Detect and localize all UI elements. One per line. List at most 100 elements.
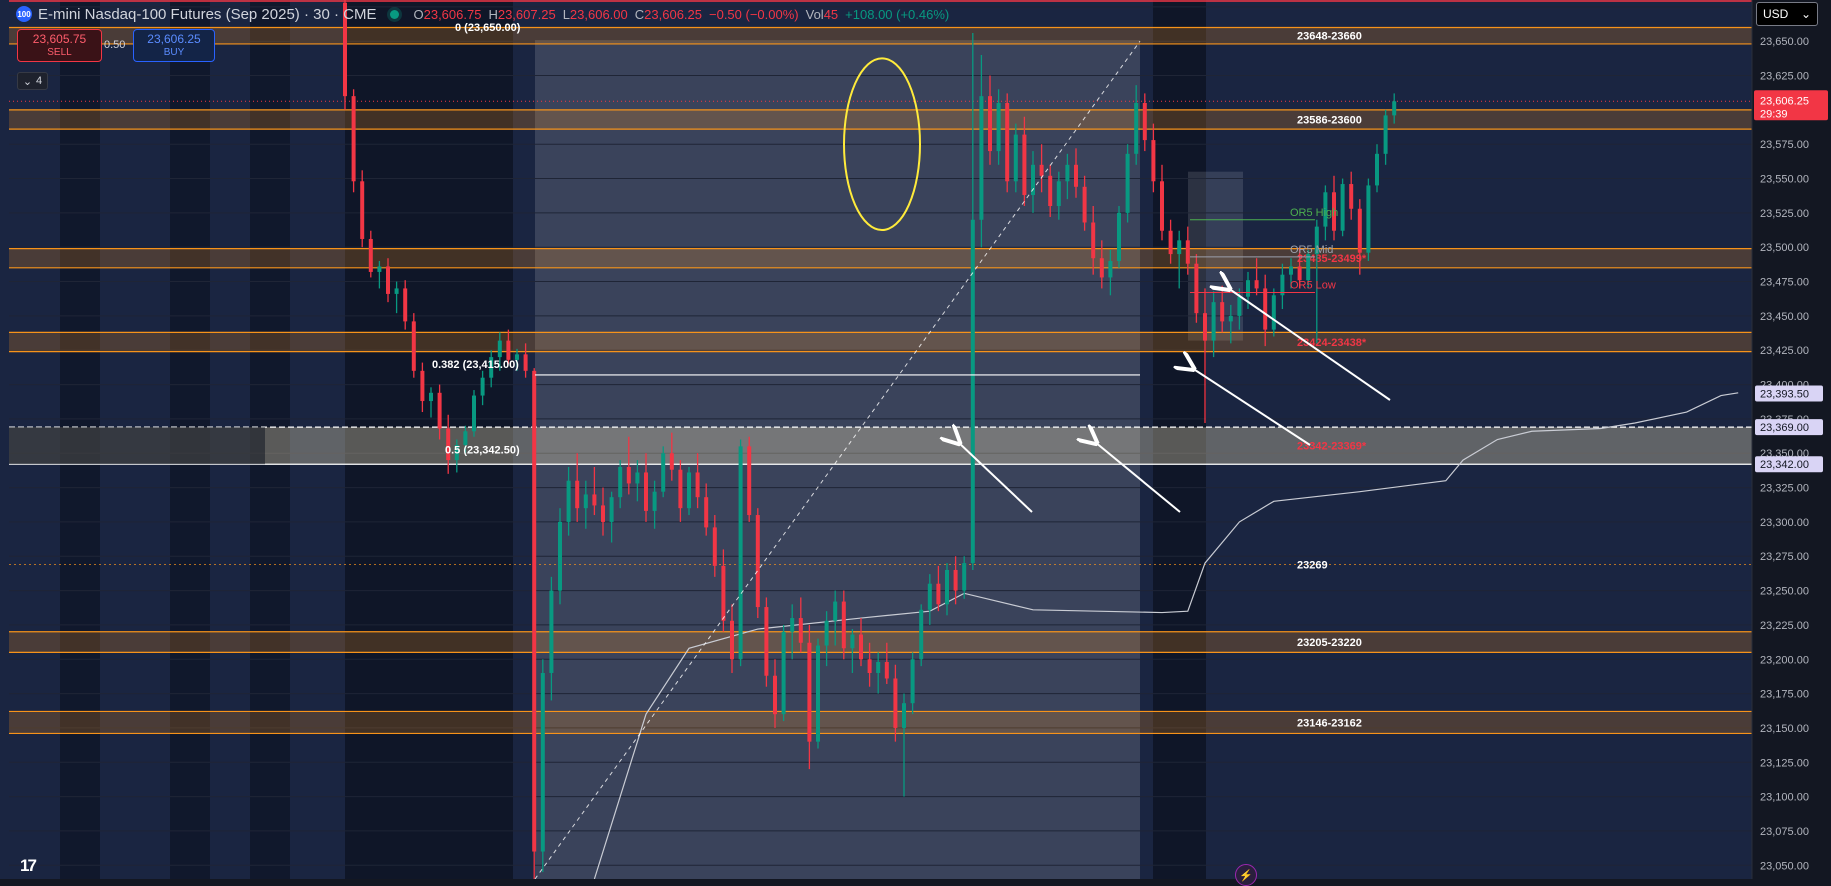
or-label: OR5 Mid — [1290, 244, 1333, 256]
candle-body — [601, 505, 605, 522]
axis-tick-label: 23,575.00 — [1760, 139, 1809, 151]
candle-body — [575, 480, 580, 509]
candle-body — [618, 466, 623, 498]
candle-body — [1065, 164, 1070, 182]
axis-tick-label: 23,075.00 — [1760, 826, 1809, 838]
axis-tick-label: 23,225.00 — [1760, 620, 1809, 632]
sell-label: SELL — [47, 46, 72, 58]
ohlc-readout: O23,606.75 H23,607.25 L23,606.00 C23,606… — [413, 7, 949, 22]
fib-label: 0.382 (23,415.00) — [432, 359, 519, 371]
axis-tick-label: 23,525.00 — [1760, 208, 1809, 220]
candle-body — [1048, 175, 1053, 207]
indicators-collapse-button[interactable]: ⌄ 4 — [17, 72, 48, 90]
high-label: H — [488, 6, 498, 22]
axis-tick-label: 23,325.00 — [1760, 483, 1809, 495]
market-status-icon[interactable] — [390, 9, 400, 19]
candle-body — [1091, 222, 1096, 259]
zone-label: 23205-23220 — [1297, 637, 1362, 649]
candle-body — [558, 521, 562, 591]
change-value: −0.50 (−0.00%) — [709, 6, 799, 22]
candle-body — [764, 607, 769, 676]
candle-body — [1039, 164, 1044, 176]
candle-body — [747, 446, 752, 516]
sell-button[interactable]: 23,605.75 SELL — [17, 29, 102, 62]
candle-body — [1168, 230, 1173, 255]
candle-body — [1375, 153, 1379, 186]
candle-body — [540, 672, 545, 852]
lightning-icon[interactable]: ⚡ — [1235, 864, 1257, 886]
price-zone — [9, 631, 1752, 653]
candle-body — [945, 569, 949, 605]
candle-body — [1056, 181, 1061, 207]
candle-body — [549, 590, 554, 673]
candle-body — [403, 288, 408, 322]
volume-value: 45 — [823, 6, 839, 22]
axis-tick-label: 23,125.00 — [1760, 757, 1809, 769]
chart-header: 100 E-mini Nasdaq-100 Futures (Sep 2025)… — [16, 4, 949, 24]
symbol-logo-icon: 100 — [16, 6, 32, 22]
tradingview-logo-icon[interactable]: 17 — [20, 856, 37, 876]
candle-body — [1099, 258, 1104, 278]
candle-body — [1246, 280, 1250, 297]
candle-body — [1142, 103, 1147, 141]
candle-body — [437, 392, 442, 429]
candle-body — [876, 661, 881, 673]
zone-label: 23648-23660 — [1297, 31, 1362, 43]
candle-body — [721, 565, 726, 621]
close-value: 23,606.25 — [644, 6, 702, 22]
indicator-count: 4 — [36, 75, 43, 87]
axis-tick-label: 23,300.00 — [1760, 517, 1809, 529]
candle-body — [1117, 212, 1121, 261]
candle-body — [781, 631, 786, 715]
candle-body — [850, 634, 855, 649]
axis-tick-label: 23,475.00 — [1760, 277, 1809, 289]
or-label: OR5 Low — [1290, 280, 1336, 292]
candle-body — [1297, 266, 1302, 281]
currency-selector[interactable]: USD ⌄ — [1756, 2, 1818, 26]
price-tag-label: 23,369.00 — [1760, 422, 1809, 434]
candle-body — [1254, 280, 1259, 289]
candle-body — [962, 563, 967, 591]
candle-body — [687, 472, 691, 509]
candle-body — [472, 395, 476, 432]
candle-body — [919, 609, 924, 660]
candle-body — [798, 618, 803, 643]
candle-body — [1160, 181, 1164, 231]
axis-tick-label: 23,625.00 — [1760, 71, 1809, 83]
axis-tick-label: 23,150.00 — [1760, 723, 1809, 735]
candle-body — [902, 703, 906, 728]
currency-label: USD — [1763, 7, 1789, 21]
candle-body — [704, 497, 709, 528]
open-label: O — [413, 6, 424, 22]
axis-tick-label: 23,050.00 — [1760, 860, 1809, 872]
price-zone — [9, 427, 1752, 465]
buy-button[interactable]: 23,606.25 BUY — [133, 29, 215, 62]
candle-body — [523, 354, 528, 371]
candle-body — [644, 472, 648, 511]
candle-body — [712, 527, 717, 566]
price-chart[interactable]: 23648-2366023586-2360023485-23499*23424-… — [0, 0, 1831, 879]
price-zone — [9, 711, 1752, 734]
candle-body — [884, 661, 889, 679]
candle-body — [386, 266, 390, 294]
candle-body — [927, 583, 932, 610]
low-value: 23,606.00 — [569, 6, 628, 22]
axis-tick-label: 23,275.00 — [1760, 551, 1809, 563]
sell-price: 23,605.75 — [32, 31, 87, 46]
candle-body — [1074, 164, 1078, 187]
close-label: C — [634, 6, 645, 22]
candle-body — [368, 238, 373, 272]
chevron-down-icon: ⌄ — [22, 75, 33, 88]
candle-body — [1383, 115, 1388, 154]
candle-body — [669, 453, 674, 470]
candle-body — [1134, 103, 1139, 154]
candle-body — [1237, 296, 1242, 316]
symbol-title[interactable]: E-mini Nasdaq-100 Futures (Sep 2025) · 3… — [38, 6, 376, 23]
candle-body — [506, 340, 511, 360]
candle-body — [411, 321, 416, 371]
low-label: L — [562, 6, 570, 22]
candle-body — [1211, 302, 1216, 341]
candle-body — [807, 642, 812, 742]
candle-body — [1392, 101, 1397, 116]
candle-body — [790, 618, 795, 632]
